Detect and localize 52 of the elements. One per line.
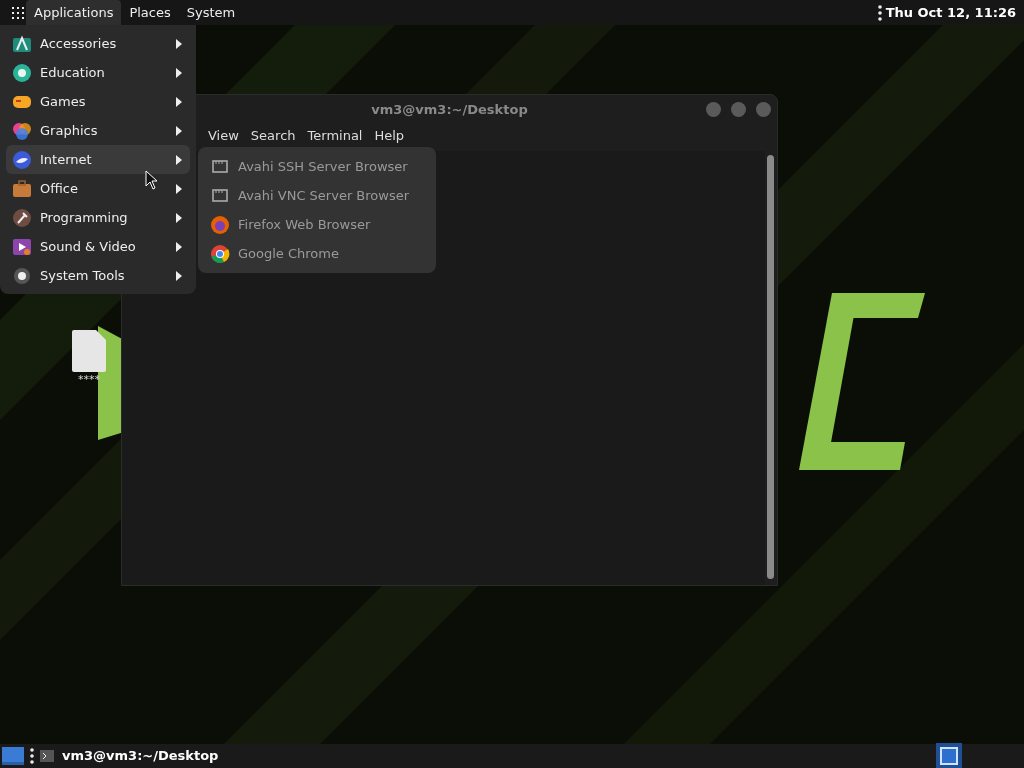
- menu-item[interactable]: Graphics: [6, 116, 190, 145]
- menu-item[interactable]: System Tools: [6, 261, 190, 290]
- submenu-arrow-icon: [176, 96, 182, 107]
- show-desktop-icon[interactable]: [2, 747, 24, 765]
- more-icon[interactable]: [878, 4, 883, 21]
- globe-icon: [12, 149, 32, 170]
- menu-item[interactable]: Accessories: [6, 29, 190, 58]
- panel-menu[interactable]: System: [178, 0, 244, 25]
- taskbar-button[interactable]: vm3@vm3:~/Desktop: [34, 746, 225, 766]
- menu-item[interactable]: Firefox Web Browser: [198, 210, 436, 239]
- briefcase-icon: [12, 178, 32, 199]
- clock[interactable]: Thu Oct 12, 11:26: [885, 2, 1024, 23]
- submenu-arrow-icon: [176, 154, 182, 165]
- browser-icon: [210, 214, 230, 235]
- graphics-icon: [12, 120, 32, 141]
- play-video-icon: [12, 236, 32, 257]
- education-icon: [12, 62, 32, 83]
- minimize-button[interactable]: [706, 102, 721, 117]
- menu-item[interactable]: Internet: [6, 145, 190, 174]
- submenu-arrow-icon: [176, 270, 182, 281]
- browser-icon: [210, 243, 230, 264]
- submenu-arrow-icon: [176, 125, 182, 136]
- window-title: vm3@vm3:~/Desktop: [371, 101, 528, 120]
- mouse-pointer-icon: [145, 170, 159, 190]
- menu-item[interactable]: Avahi VNC Server Browser: [198, 181, 436, 210]
- submenu-arrow-icon: [176, 183, 182, 194]
- menu-item[interactable]: Education: [6, 58, 190, 87]
- terminal-menu[interactable]: View: [202, 126, 245, 146]
- menu-item[interactable]: Google Chrome: [198, 239, 436, 268]
- terminal-menu[interactable]: Terminal: [301, 126, 369, 146]
- close-button[interactable]: [756, 102, 771, 117]
- menu-item[interactable]: Programming: [6, 203, 190, 232]
- menu-icon[interactable]: [12, 6, 24, 19]
- gear-icon: [12, 265, 32, 286]
- terminal-icon: [40, 750, 54, 762]
- scrollbar[interactable]: [767, 155, 774, 579]
- submenu-arrow-icon: [176, 241, 182, 252]
- handle-icon[interactable]: [30, 748, 34, 764]
- submenu-arrow-icon: [176, 67, 182, 78]
- submenu-arrow-icon: [176, 212, 182, 223]
- menu-item[interactable]: Sound & Video: [6, 232, 190, 261]
- terminal-menu[interactable]: Help: [368, 126, 411, 146]
- file-icon[interactable]: [72, 330, 106, 372]
- submenu-arrow-icon: [176, 38, 182, 49]
- hammer-icon: [12, 207, 32, 228]
- menu-item[interactable]: Office: [6, 174, 190, 203]
- maximize-button[interactable]: [731, 102, 746, 117]
- panel-menu[interactable]: Applications: [26, 0, 122, 25]
- menu-item[interactable]: Avahi SSH Server Browser: [198, 152, 436, 181]
- panel-menu[interactable]: Places: [121, 0, 179, 25]
- terminal-menu[interactable]: Search: [244, 126, 302, 146]
- menu-item[interactable]: Games: [6, 87, 190, 116]
